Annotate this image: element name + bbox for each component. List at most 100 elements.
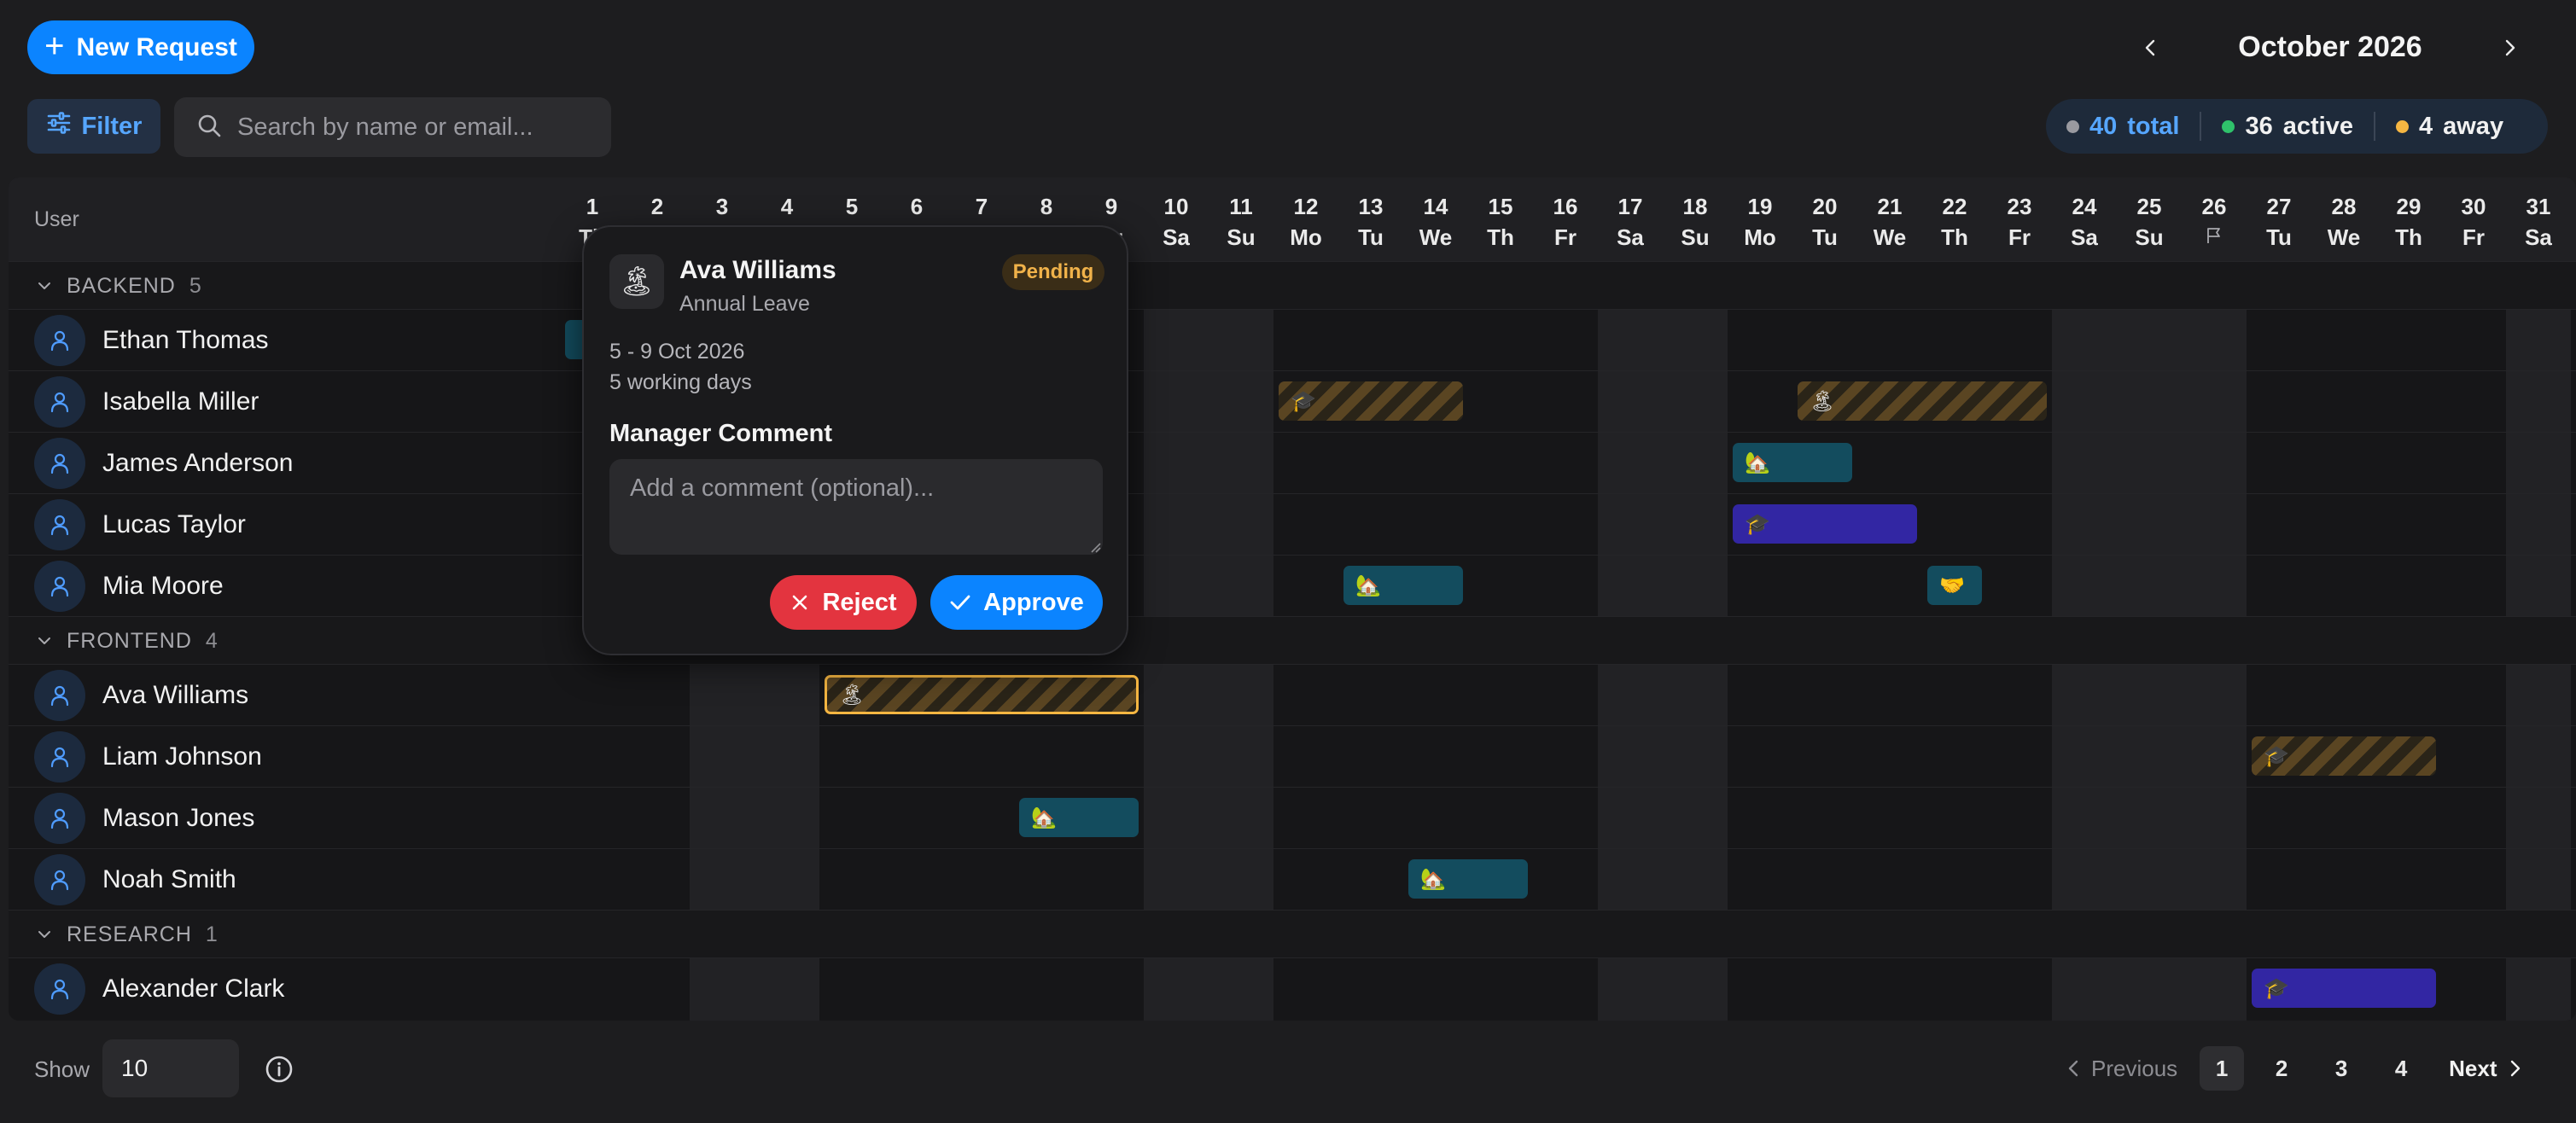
stat-away-label: away [2443,112,2504,140]
comment-label: Manager Comment [609,420,833,447]
group-row-backend[interactable]: BACKEND 5 [9,261,2576,309]
day-number: 21 [1877,194,1903,219]
day-number: 9 [1104,194,1118,219]
page-1-button[interactable]: 1 [2200,1046,2245,1091]
stat-active-label: active [2282,112,2353,140]
leave-bar[interactable]: 🏝 [1798,381,2047,421]
group-name: FRONTEND [67,628,192,653]
chevron-left-icon[interactable] [2134,31,2168,65]
resize-handle-icon[interactable] [1089,541,1101,557]
day-number: 20 [1812,194,1838,219]
weekday-label: Th [1941,224,1968,250]
day-number: 4 [780,194,794,219]
weekday-label: Th [1487,224,1514,250]
stat-total[interactable]: 40 total [2066,113,2179,141]
avatar [34,376,85,428]
leave-bar[interactable]: 🏡 [1343,566,1463,605]
leave-bar[interactable]: 🏡 [1408,859,1528,899]
avatar [34,315,85,366]
day-header-22: 22 Th [1922,191,1987,253]
page-3-button[interactable]: 3 [2319,1046,2363,1091]
graduation-cap-icon: 🎓 [2264,976,2289,1000]
user-cell[interactable]: Ava Williams [34,670,249,721]
user-row: Liam Johnson [9,725,2576,787]
stats-summary: 40 total 36 active 4 away [2046,99,2548,154]
page-2-button[interactable]: 2 [2259,1046,2304,1091]
weekday-label: Tu [1812,224,1838,250]
day-header-21: 21 We [1857,191,1922,253]
away-dot-icon [2395,119,2409,133]
divider [2200,112,2202,141]
user-name: Ava Williams [102,681,249,709]
group-row-frontend[interactable]: FRONTEND 4 [9,616,2576,664]
approve-label: Approve [983,588,1084,616]
user-cell[interactable]: Ethan Thomas [34,315,269,366]
day-number: 1 [586,194,599,219]
day-number: 15 [1488,194,1513,219]
reject-button[interactable]: Reject [770,575,917,630]
weekday-label: We [1873,224,1907,250]
day-number: 11 [1229,194,1253,219]
user-cell[interactable]: Liam Johnson [34,731,262,783]
group-label[interactable]: RESEARCH 1 [36,911,219,958]
chevron-down-icon[interactable] [36,277,53,294]
user-cell[interactable]: James Anderson [34,438,293,489]
weekday-label: Tu [2266,224,2292,250]
leave-bar[interactable]: 🏡 [1019,798,1139,837]
leave-bar[interactable]: 🎓 [2252,736,2436,776]
user-cell[interactable]: Noah Smith [34,854,236,905]
leave-bar[interactable]: 🎓 [1733,504,1917,544]
leave-bar[interactable]: 🏡 [1733,443,1852,482]
sliders-icon [46,110,72,143]
next-page-button[interactable]: Next [2449,1056,2522,1082]
user-cell[interactable]: Mia Moore [34,561,224,612]
day-number: 27 [2266,194,2292,219]
chevron-down-icon[interactable] [36,926,53,943]
user-icon [50,747,69,768]
manager-comment-input[interactable] [609,459,1103,555]
page-size-input[interactable]: 10 [102,1039,239,1097]
user-name: Mia Moore [102,572,224,600]
chevron-down-icon[interactable] [36,632,53,649]
stat-active[interactable]: 36 active [2222,113,2353,141]
check-icon [950,595,970,610]
new-request-button[interactable]: + New Request [27,20,254,74]
weekday-label: Sa [1163,224,1190,250]
user-row: Noah Smith [9,848,2576,910]
stat-total-label: total [2127,112,2180,140]
page-4-button[interactable]: 4 [2379,1046,2423,1091]
stat-away-value: 4 [2418,112,2433,140]
leave-bar[interactable]: 🎓 [1279,381,1463,421]
day-header-12: 12 Mo [1273,191,1338,253]
day-header-15: 15 Th [1468,191,1533,253]
group-label[interactable]: BACKEND 5 [36,262,202,310]
user-name: Liam Johnson [102,742,262,771]
search-box[interactable] [174,97,611,157]
month-title: October 2026 [2238,31,2422,63]
calendar-header: User 1 Th 2 Fr 3 Sa 4 Su 5 Mo 6 Tu 7 We 8 Th 9 Fr 10 Sa 11 Su… [9,177,2576,261]
user-cell[interactable]: Mason Jones [34,793,254,844]
filter-button[interactable]: Filter [27,99,160,154]
show-label: Show [34,1056,90,1082]
user-row: Ethan Thomas [9,309,2576,370]
info-icon[interactable] [265,1055,294,1088]
day-header-30: 30 Fr [2441,191,2506,253]
day-header-14: 14 We [1403,191,1468,253]
previous-page-button[interactable]: Previous [2066,1056,2177,1082]
group-row-research[interactable]: RESEARCH 1 [9,910,2576,957]
approve-button[interactable]: Approve [930,575,1103,630]
user-cell[interactable]: Lucas Taylor [34,499,246,550]
group-label[interactable]: FRONTEND 4 [36,617,219,665]
user-name: Isabella Miller [102,387,259,416]
leave-bar[interactable]: 🏝 [825,675,1139,714]
user-cell[interactable]: Isabella Miller [34,376,259,428]
user-cell[interactable]: Alexander Clark [34,963,284,1015]
search-icon [196,113,222,143]
day-header-27: 27 Tu [2247,191,2311,253]
chevron-right-icon[interactable] [2492,31,2526,65]
search-input[interactable] [237,113,596,142]
leave-bar[interactable]: 🤝 [1927,566,1982,605]
leave-bar[interactable]: 🎓 [2252,969,2436,1008]
stat-away[interactable]: 4 away [2395,112,2504,141]
new-request-label: New Request [76,32,237,61]
